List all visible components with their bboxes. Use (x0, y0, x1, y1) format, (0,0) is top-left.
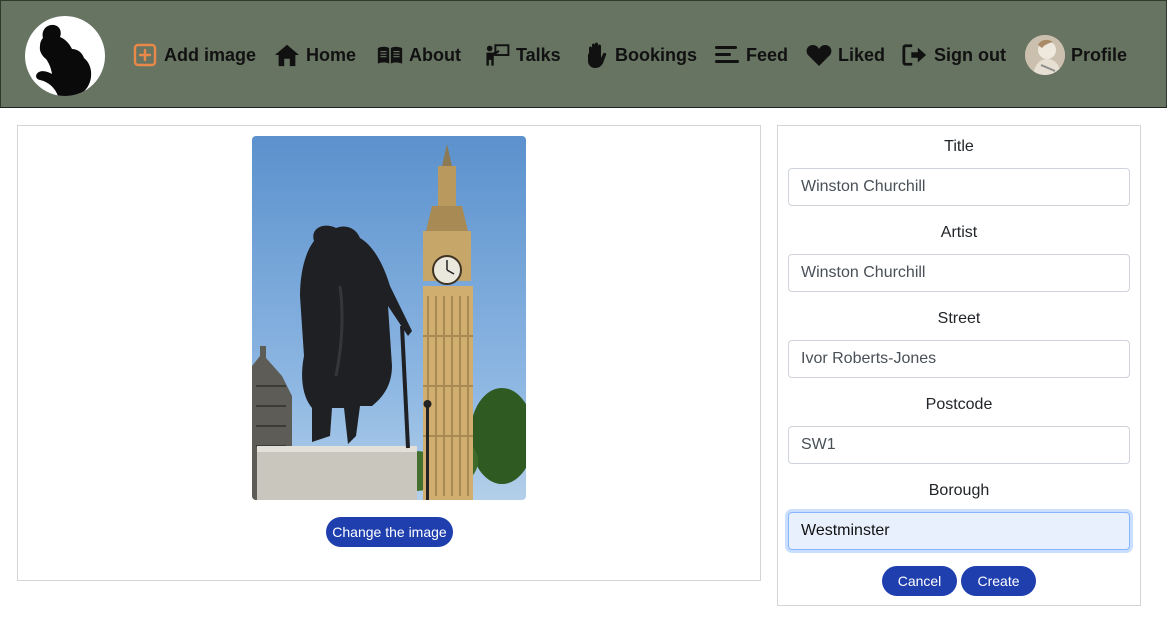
borough-label: Borough (928, 482, 990, 499)
change-image-button[interactable]: Change the image (326, 517, 453, 547)
title-label: Title (944, 138, 974, 155)
thinker-silhouette-icon (36, 24, 92, 96)
nav-feed-label: Feed (746, 44, 789, 65)
borough-input[interactable] (788, 512, 1130, 550)
cancel-button[interactable]: Cancel (882, 566, 957, 596)
stream-icon (714, 42, 740, 68)
nav-home-label: Home (306, 44, 357, 65)
artist-label: Artist (940, 224, 978, 241)
nav-about[interactable]: About (377, 39, 461, 71)
uploaded-photo (252, 136, 526, 500)
create-button[interactable]: Create (961, 566, 1036, 596)
nav-home[interactable]: Home (274, 39, 356, 71)
nav-about-label: About (409, 44, 461, 65)
book-open-icon (377, 42, 403, 68)
plus-square-icon (132, 42, 158, 68)
nav-add-image[interactable]: Add image (132, 39, 256, 71)
street-input[interactable] (788, 340, 1130, 378)
image-preview-panel: Change the image (17, 125, 761, 581)
logo-thinker[interactable] (25, 16, 105, 96)
nav-add-image-label: Add image (164, 44, 257, 65)
nav-sign-out-label: Sign out (934, 44, 1006, 65)
heart-icon (806, 42, 832, 68)
nav-bookings[interactable]: Bookings (583, 39, 697, 71)
presenter-icon (484, 42, 510, 68)
hand-icon (583, 42, 609, 68)
postcode-label: Postcode (925, 396, 993, 413)
nav-talks-label: Talks (516, 44, 561, 65)
nav-profile-label: Profile (1071, 44, 1128, 65)
avatar (1025, 35, 1065, 75)
nav-profile[interactable]: Profile (1025, 35, 1127, 75)
home-icon (274, 42, 300, 68)
nav-talks[interactable]: Talks (484, 39, 561, 71)
street-label: Street (937, 310, 981, 327)
nav-liked[interactable]: Liked (806, 39, 885, 71)
postcode-input[interactable] (788, 426, 1130, 464)
nav-feed[interactable]: Feed (714, 39, 788, 71)
nav-liked-label: Liked (838, 44, 886, 65)
create-form: Title Artist Street Postcode Borough Can… (777, 125, 1141, 606)
navbar: Add image Home About Talks Bookings Feed (0, 0, 1167, 108)
nav-bookings-label: Bookings (615, 44, 698, 65)
title-input[interactable] (788, 168, 1130, 206)
nav-sign-out[interactable]: Sign out (902, 39, 1006, 71)
artist-input[interactable] (788, 254, 1130, 292)
sign-out-icon (902, 42, 928, 68)
